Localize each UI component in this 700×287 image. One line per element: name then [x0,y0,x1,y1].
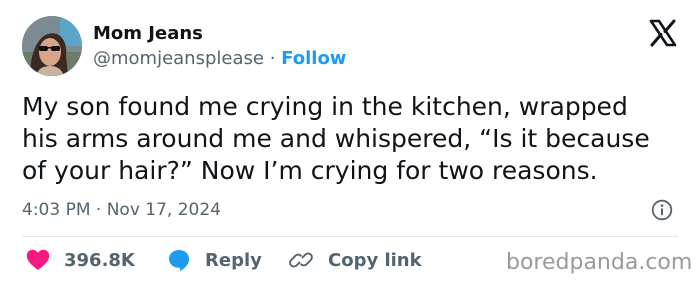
tweet-line: My son found me crying in the kitchen, w… [22,92,628,121]
tweet-line: his arms around me and whispered, “Is it… [22,124,650,153]
author-handle[interactable]: @momjeansplease [93,48,264,69]
speech-bubble-icon [169,250,189,271]
divider [22,236,678,237]
info-icon[interactable] [651,199,673,221]
tweet-timestamp[interactable]: 4:03 PM · Nov 17, 2024 [22,198,221,222]
author-name[interactable]: Mom Jeans [93,22,203,46]
reply-label: Reply [205,249,262,271]
like-button[interactable]: 396.8K [26,247,135,273]
avatar-photo [22,16,82,76]
like-count: 396.8K [64,249,135,271]
copy-link-label: Copy link [328,249,422,271]
tweet-text: My son found me crying in the kitchen, w… [22,91,687,187]
tweet-card: Mom Jeans @momjeansplease · Follow My so… [0,0,700,287]
tweet-line: of your hair?” Now I’m crying for two re… [22,156,598,185]
x-logo-icon[interactable] [648,18,678,48]
author-handle-row: @momjeansplease · Follow [93,47,346,71]
avatar[interactable] [22,16,82,76]
follow-button[interactable]: Follow [281,48,346,69]
watermark: boredpanda.com [506,250,693,275]
heart-icon [26,249,50,270]
reply-button[interactable]: Reply [167,247,262,273]
link-icon [289,252,313,268]
separator-dot: · [269,48,276,69]
copy-link-button[interactable]: Copy link [288,247,422,273]
